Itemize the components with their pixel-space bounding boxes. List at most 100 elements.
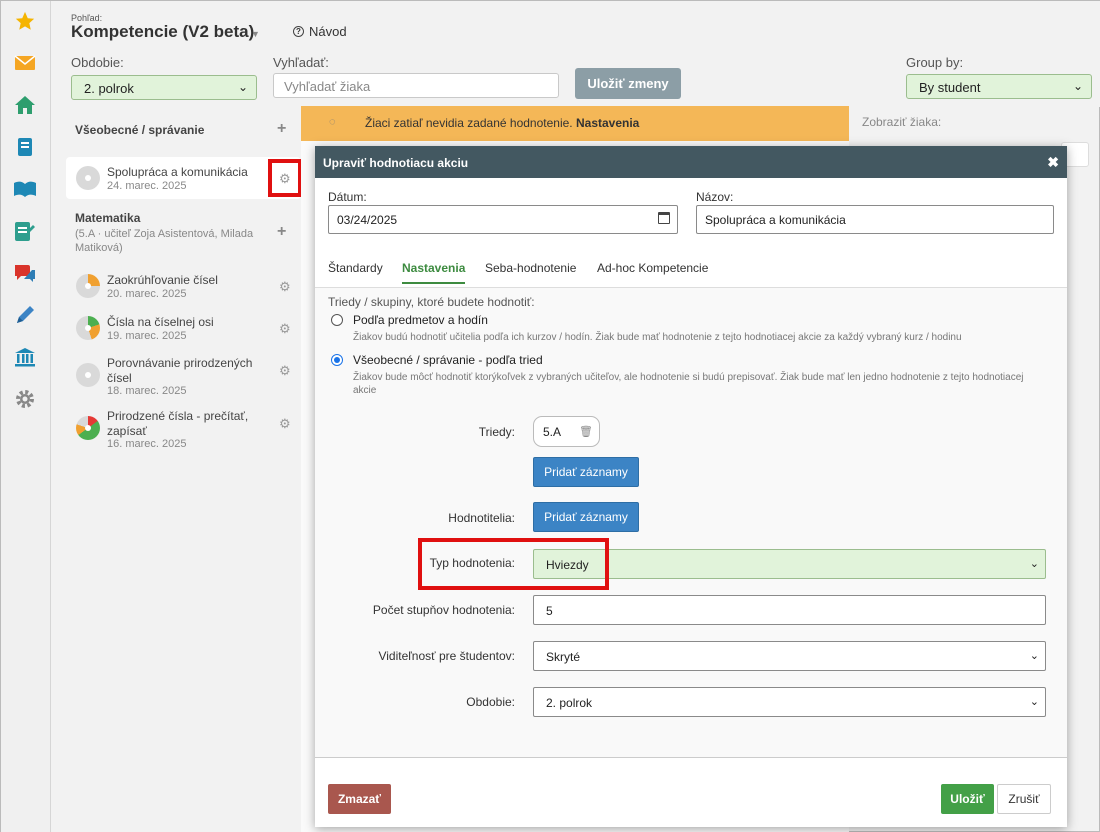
- item-title: Prirodzené čísla - prečítať, zapísať: [107, 409, 249, 438]
- period-select[interactable]: 2. polrok ⌄: [71, 75, 257, 100]
- gear-icon[interactable]: ⚙: [279, 279, 291, 295]
- period-label: Obdobie:: [466, 695, 515, 709]
- group-title: Matematika: [75, 211, 141, 225]
- radio-by-class[interactable]: [331, 354, 343, 366]
- list-item[interactable]: Spolupráca a komunikácia 24. marec. 2025: [66, 157, 301, 199]
- add-icon[interactable]: +: [277, 223, 286, 241]
- trash-icon[interactable]: 🗑: [579, 425, 593, 438]
- item-title: Čísla na číselnej osi: [107, 315, 214, 329]
- levels-input[interactable]: 5: [533, 595, 1046, 625]
- show-student-label: Zobraziť žiaka:: [862, 115, 942, 129]
- classes-label: Triedy:: [478, 425, 515, 439]
- chevron-down-icon: ⌄: [237, 80, 248, 94]
- visibility-label: Viditeľnosť pre študentov:: [378, 649, 515, 663]
- search-input[interactable]: Vyhľadať žiaka: [273, 73, 559, 98]
- progress-pie-icon: [76, 416, 100, 440]
- banner-text: Žiaci zatiaľ nevidia zadané hodnotenie.: [365, 116, 573, 130]
- chevron-down-icon: ⌄: [1029, 650, 1039, 662]
- gear-icon[interactable]: ⚙: [279, 363, 291, 379]
- assessment-sidebar: Všeobecné / správanie + Spolupráca a kom…: [51, 107, 301, 832]
- pen-icon[interactable]: [13, 303, 37, 327]
- class-tag-label: 5.A: [543, 425, 562, 439]
- period-value: 2. polrok: [546, 696, 593, 710]
- cancel-button[interactable]: Zrušiť: [997, 784, 1051, 814]
- banner-settings-link[interactable]: Nastavenia: [576, 116, 639, 130]
- nav-rail: [1, 1, 51, 832]
- progress-pie-icon: [76, 316, 100, 340]
- date-label: Dátum:: [328, 190, 367, 204]
- highlight-box: [268, 159, 302, 197]
- close-icon[interactable]: ✖: [1047, 154, 1059, 171]
- search-label: Vyhľadať:: [273, 55, 329, 70]
- date-field[interactable]: 03/24/2025: [328, 205, 678, 234]
- class-tag: 5.A 🗑: [533, 416, 600, 447]
- chevron-down-icon: ⌄: [1029, 696, 1039, 708]
- mail-icon[interactable]: [13, 51, 37, 75]
- groupby-select[interactable]: By student ⌄: [906, 74, 1092, 99]
- tab-settings[interactable]: Nastavenia: [402, 261, 466, 284]
- eye-slash-icon: ◌: [329, 116, 336, 128]
- period-select[interactable]: 2. polrok ⌄: [533, 687, 1046, 717]
- add-classes-button[interactable]: Pridať záznamy: [533, 457, 639, 487]
- gear-icon[interactable]: ⚙: [279, 321, 291, 337]
- tab-standards[interactable]: Štandardy: [328, 261, 383, 282]
- name-label: Názov:: [696, 190, 734, 204]
- visibility-select[interactable]: Skryté ⌄: [533, 641, 1046, 671]
- chevron-down-icon: ⌄: [1029, 558, 1039, 570]
- star-icon[interactable]: [13, 9, 37, 33]
- institution-icon[interactable]: [13, 345, 37, 369]
- groupby-value: By student: [919, 80, 981, 95]
- document-edit-icon[interactable]: [13, 219, 37, 243]
- caret-down-icon[interactable]: ▼: [251, 29, 260, 39]
- item-title: Porovnávanie prirodzených čísel: [107, 356, 253, 385]
- add-raters-button[interactable]: Pridať záznamy: [533, 502, 639, 532]
- help-icon: ?: [293, 26, 304, 37]
- period-value: 2. polrok: [84, 81, 134, 96]
- highlight-box: [418, 538, 609, 590]
- visibility-value: Skryté: [546, 650, 581, 664]
- progress-pie-icon: [76, 274, 100, 298]
- add-icon[interactable]: +: [277, 120, 286, 138]
- settings-icon[interactable]: [13, 387, 37, 411]
- option-by-subject-desc: Žiakov budú hodnotiť učitelia podľa ich …: [353, 332, 962, 343]
- item-date: 20. marec. 2025: [107, 288, 187, 300]
- page-title[interactable]: Kompetencie (V2 beta): [71, 22, 254, 42]
- modal-header: Upraviť hodnotiacu akciu ✖: [315, 146, 1067, 178]
- list-item[interactable]: Zaokrúhľovanie čísel 20. marec. 2025 ⚙: [66, 267, 301, 301]
- item-date: 19. marec. 2025: [107, 330, 187, 342]
- save-changes-button[interactable]: Uložiť zmeny: [575, 68, 681, 99]
- page-header: Pohľad: Kompetencie (V2 beta) ▼ ? Návod …: [51, 1, 1100, 107]
- visibility-banner: ◌ Žiaci zatiaľ nevidia zadané hodnotenie…: [301, 106, 849, 141]
- tab-adhoc-competencies[interactable]: Ad-hoc Kompetencie: [597, 261, 708, 282]
- delete-button[interactable]: Zmazať: [328, 784, 391, 814]
- option-by-subject-title: Podľa predmetov a hodín: [353, 313, 488, 327]
- tab-self-assessment[interactable]: Seba-hodnotenie: [485, 261, 576, 282]
- list-item[interactable]: Čísla na číselnej osi 19. marec. 2025 ⚙: [66, 309, 301, 343]
- guide-label: Návod: [309, 24, 347, 39]
- item-title: Spolupráca a komunikácia: [107, 165, 248, 179]
- home-icon[interactable]: [13, 93, 37, 117]
- chat-icon[interactable]: [13, 261, 37, 285]
- gear-icon[interactable]: ⚙: [279, 416, 291, 432]
- book-icon[interactable]: [13, 177, 37, 201]
- date-value: 03/24/2025: [337, 213, 398, 227]
- calendar-icon[interactable]: [658, 212, 670, 224]
- raters-label: Hodnotitelia:: [448, 511, 515, 525]
- group-subtitle: (5.A · učiteľ Zoja Asistentová, Milada M…: [75, 228, 254, 254]
- save-button[interactable]: Uložiť: [941, 784, 994, 814]
- group-title: Všeobecné / správanie: [75, 123, 205, 137]
- item-date: 16. marec. 2025: [107, 438, 187, 450]
- radio-by-subject[interactable]: [331, 314, 343, 326]
- notebook-icon[interactable]: [13, 135, 37, 159]
- name-field[interactable]: Spolupráca a komunikácia: [696, 205, 1054, 234]
- type-select[interactable]: Hviezdy ⌄: [533, 549, 1046, 579]
- option-by-class-title: Všeobecné / správanie - podľa tried: [353, 353, 543, 367]
- chevron-down-icon: ⌄: [1072, 79, 1083, 93]
- item-date: 24. marec. 2025: [107, 180, 187, 192]
- edit-assessment-modal: Upraviť hodnotiacu akciu ✖ Dátum: 03/24/…: [315, 146, 1067, 827]
- progress-pie-icon: [76, 166, 100, 190]
- guide-link[interactable]: ? Návod: [293, 24, 347, 39]
- list-item[interactable]: Prirodzené čísla - prečítať, zapísať 16.…: [66, 404, 301, 452]
- item-title: Zaokrúhľovanie čísel: [107, 273, 218, 287]
- list-item[interactable]: Porovnávanie prirodzených čísel 18. mare…: [66, 351, 301, 399]
